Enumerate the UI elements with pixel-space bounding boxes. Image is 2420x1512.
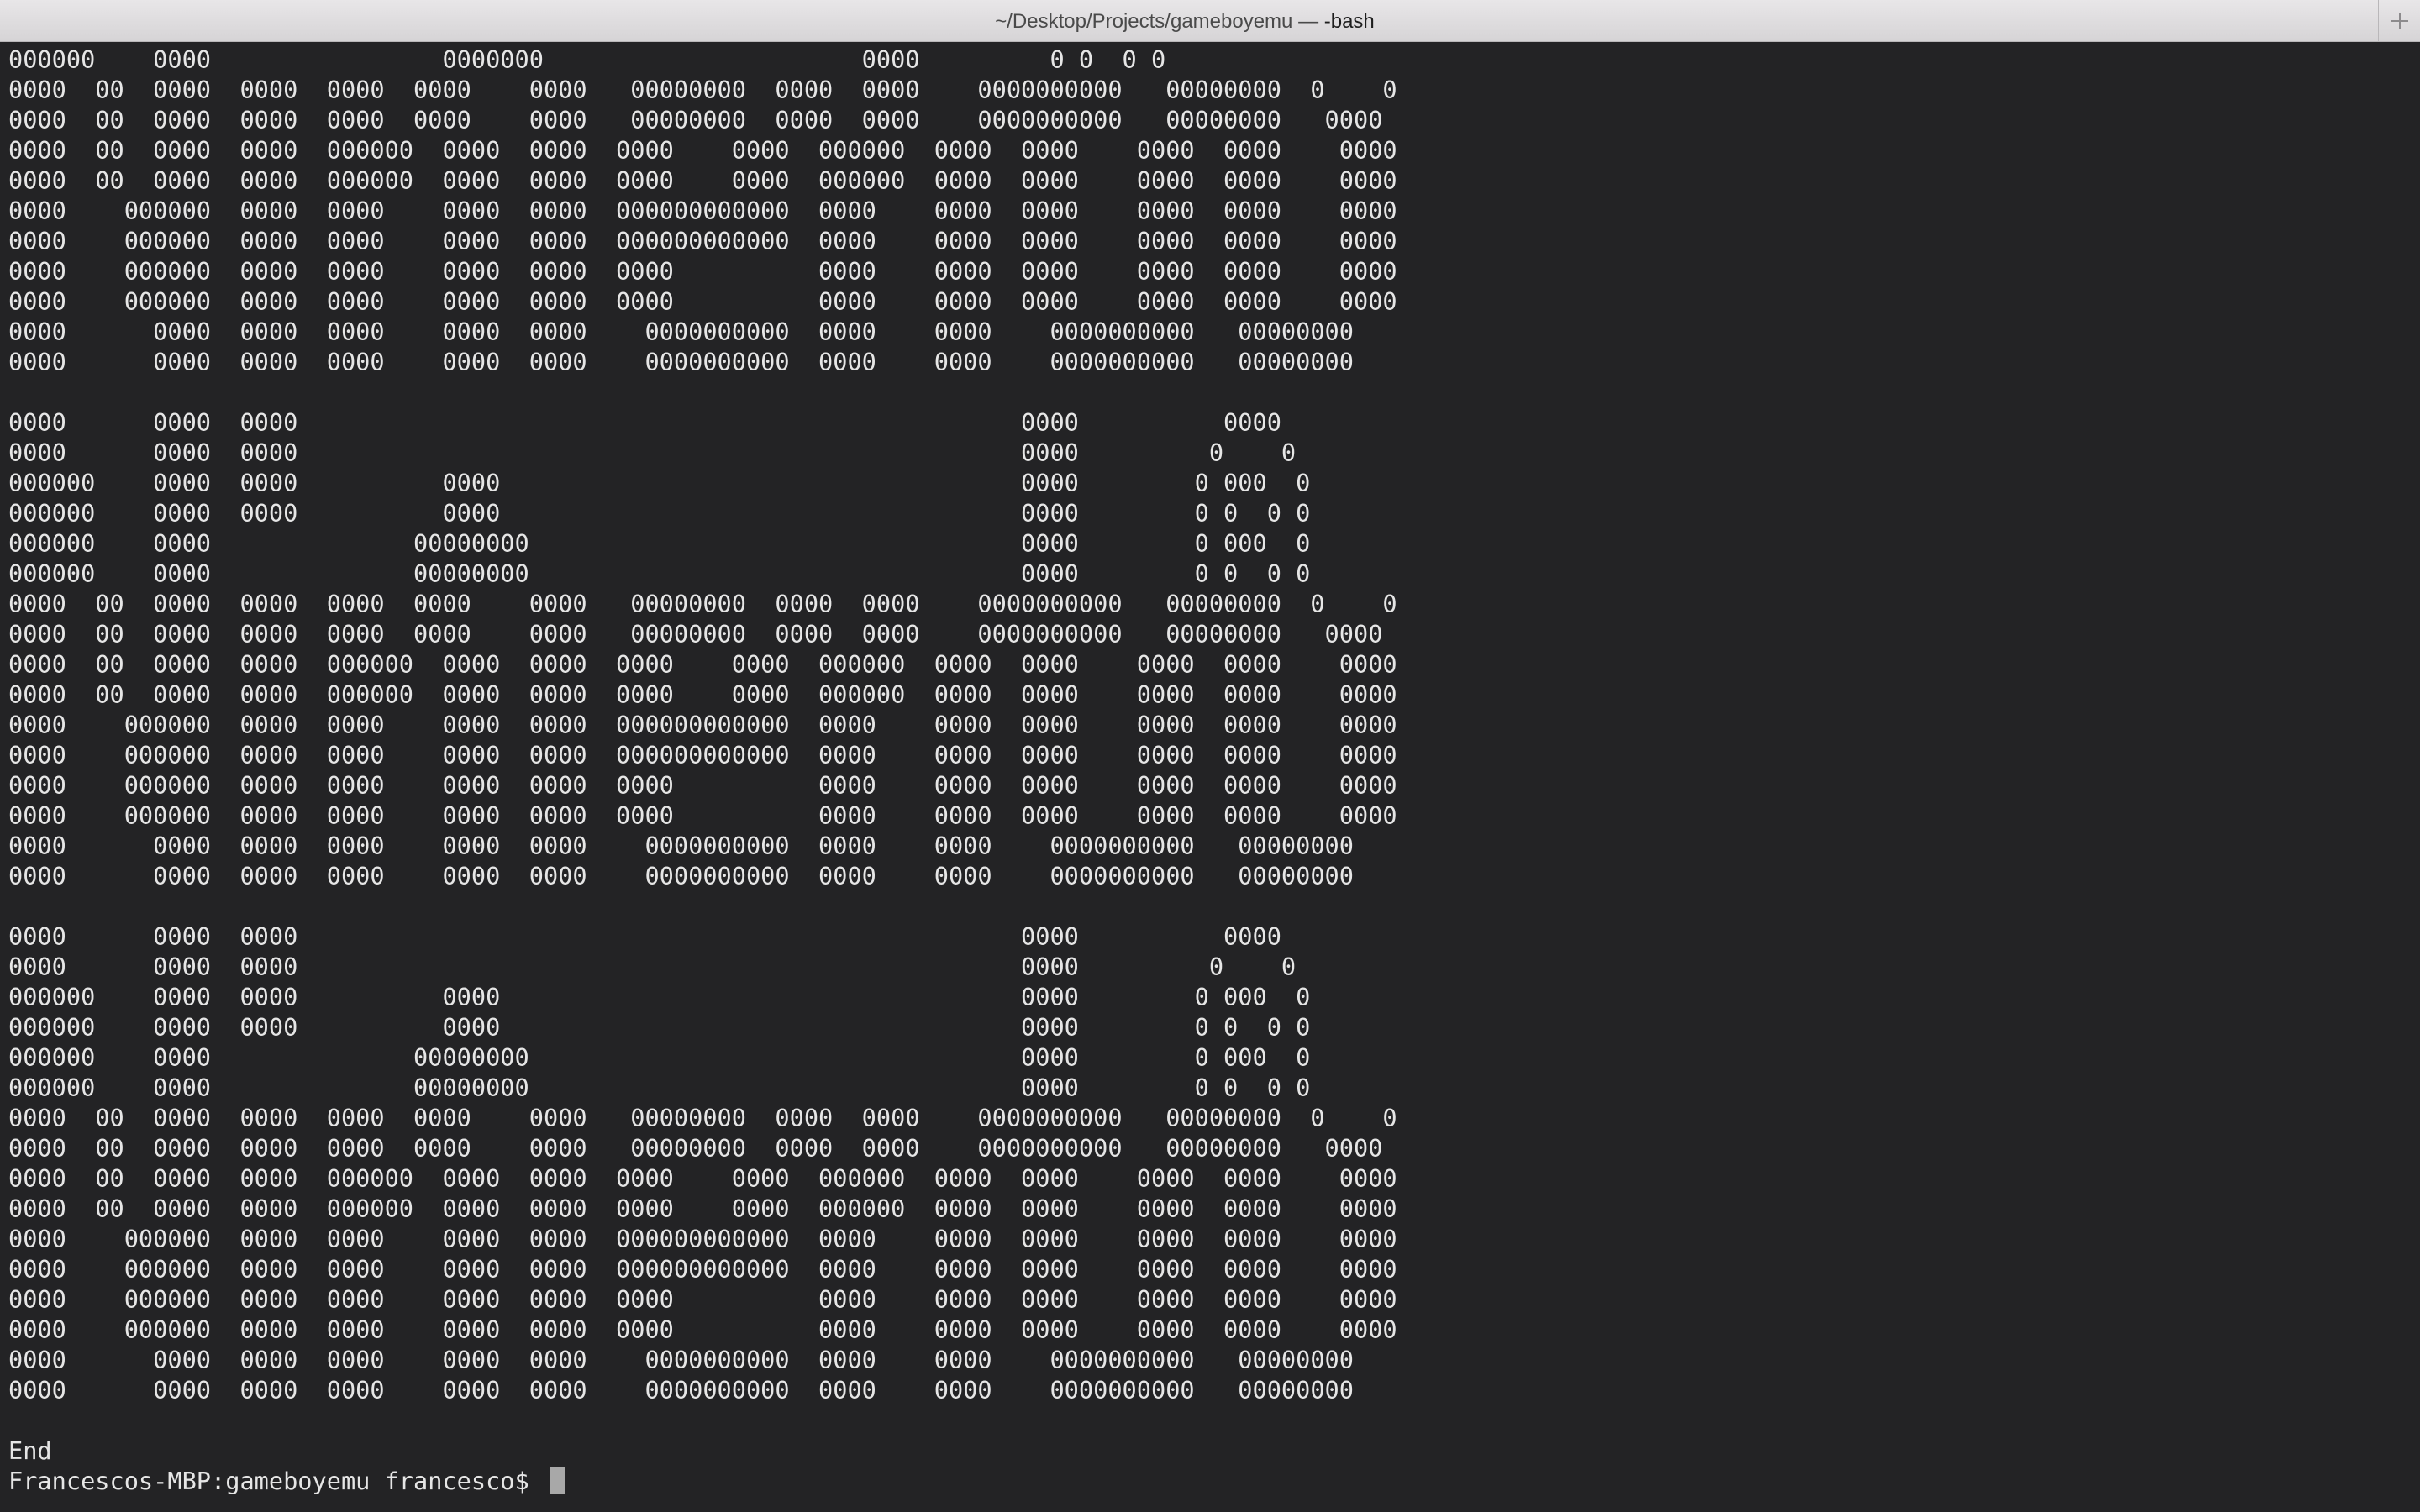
terminal-output: 000000 0000 0000000 0000 0 0 0 0 0000 00… xyxy=(8,45,1397,1465)
terminal-window: ~/Desktop/Projects/gameboyemu — -bash 00… xyxy=(0,0,2420,1512)
new-tab-button[interactable] xyxy=(2378,0,2420,42)
title-bar[interactable]: ~/Desktop/Projects/gameboyemu — -bash xyxy=(0,0,2420,42)
plus-icon xyxy=(2391,13,2408,29)
terminal-content[interactable]: 000000 0000 0000000 0000 0 0 0 0 0000 00… xyxy=(8,45,2412,1506)
window-title: ~/Desktop/Projects/gameboyemu — -bash xyxy=(0,0,2370,42)
terminal-output-area: 000000 0000 0000000 0000 0 0 0 0 0000 00… xyxy=(8,45,2412,1496)
window-title-path: ~/Desktop/Projects/gameboyemu — xyxy=(995,10,1324,33)
block-cursor-icon xyxy=(550,1467,565,1494)
shell-prompt: Francescos-MBP:gameboyemu francesco$ xyxy=(8,1467,544,1495)
window-title-process: -bash xyxy=(1323,10,1375,33)
